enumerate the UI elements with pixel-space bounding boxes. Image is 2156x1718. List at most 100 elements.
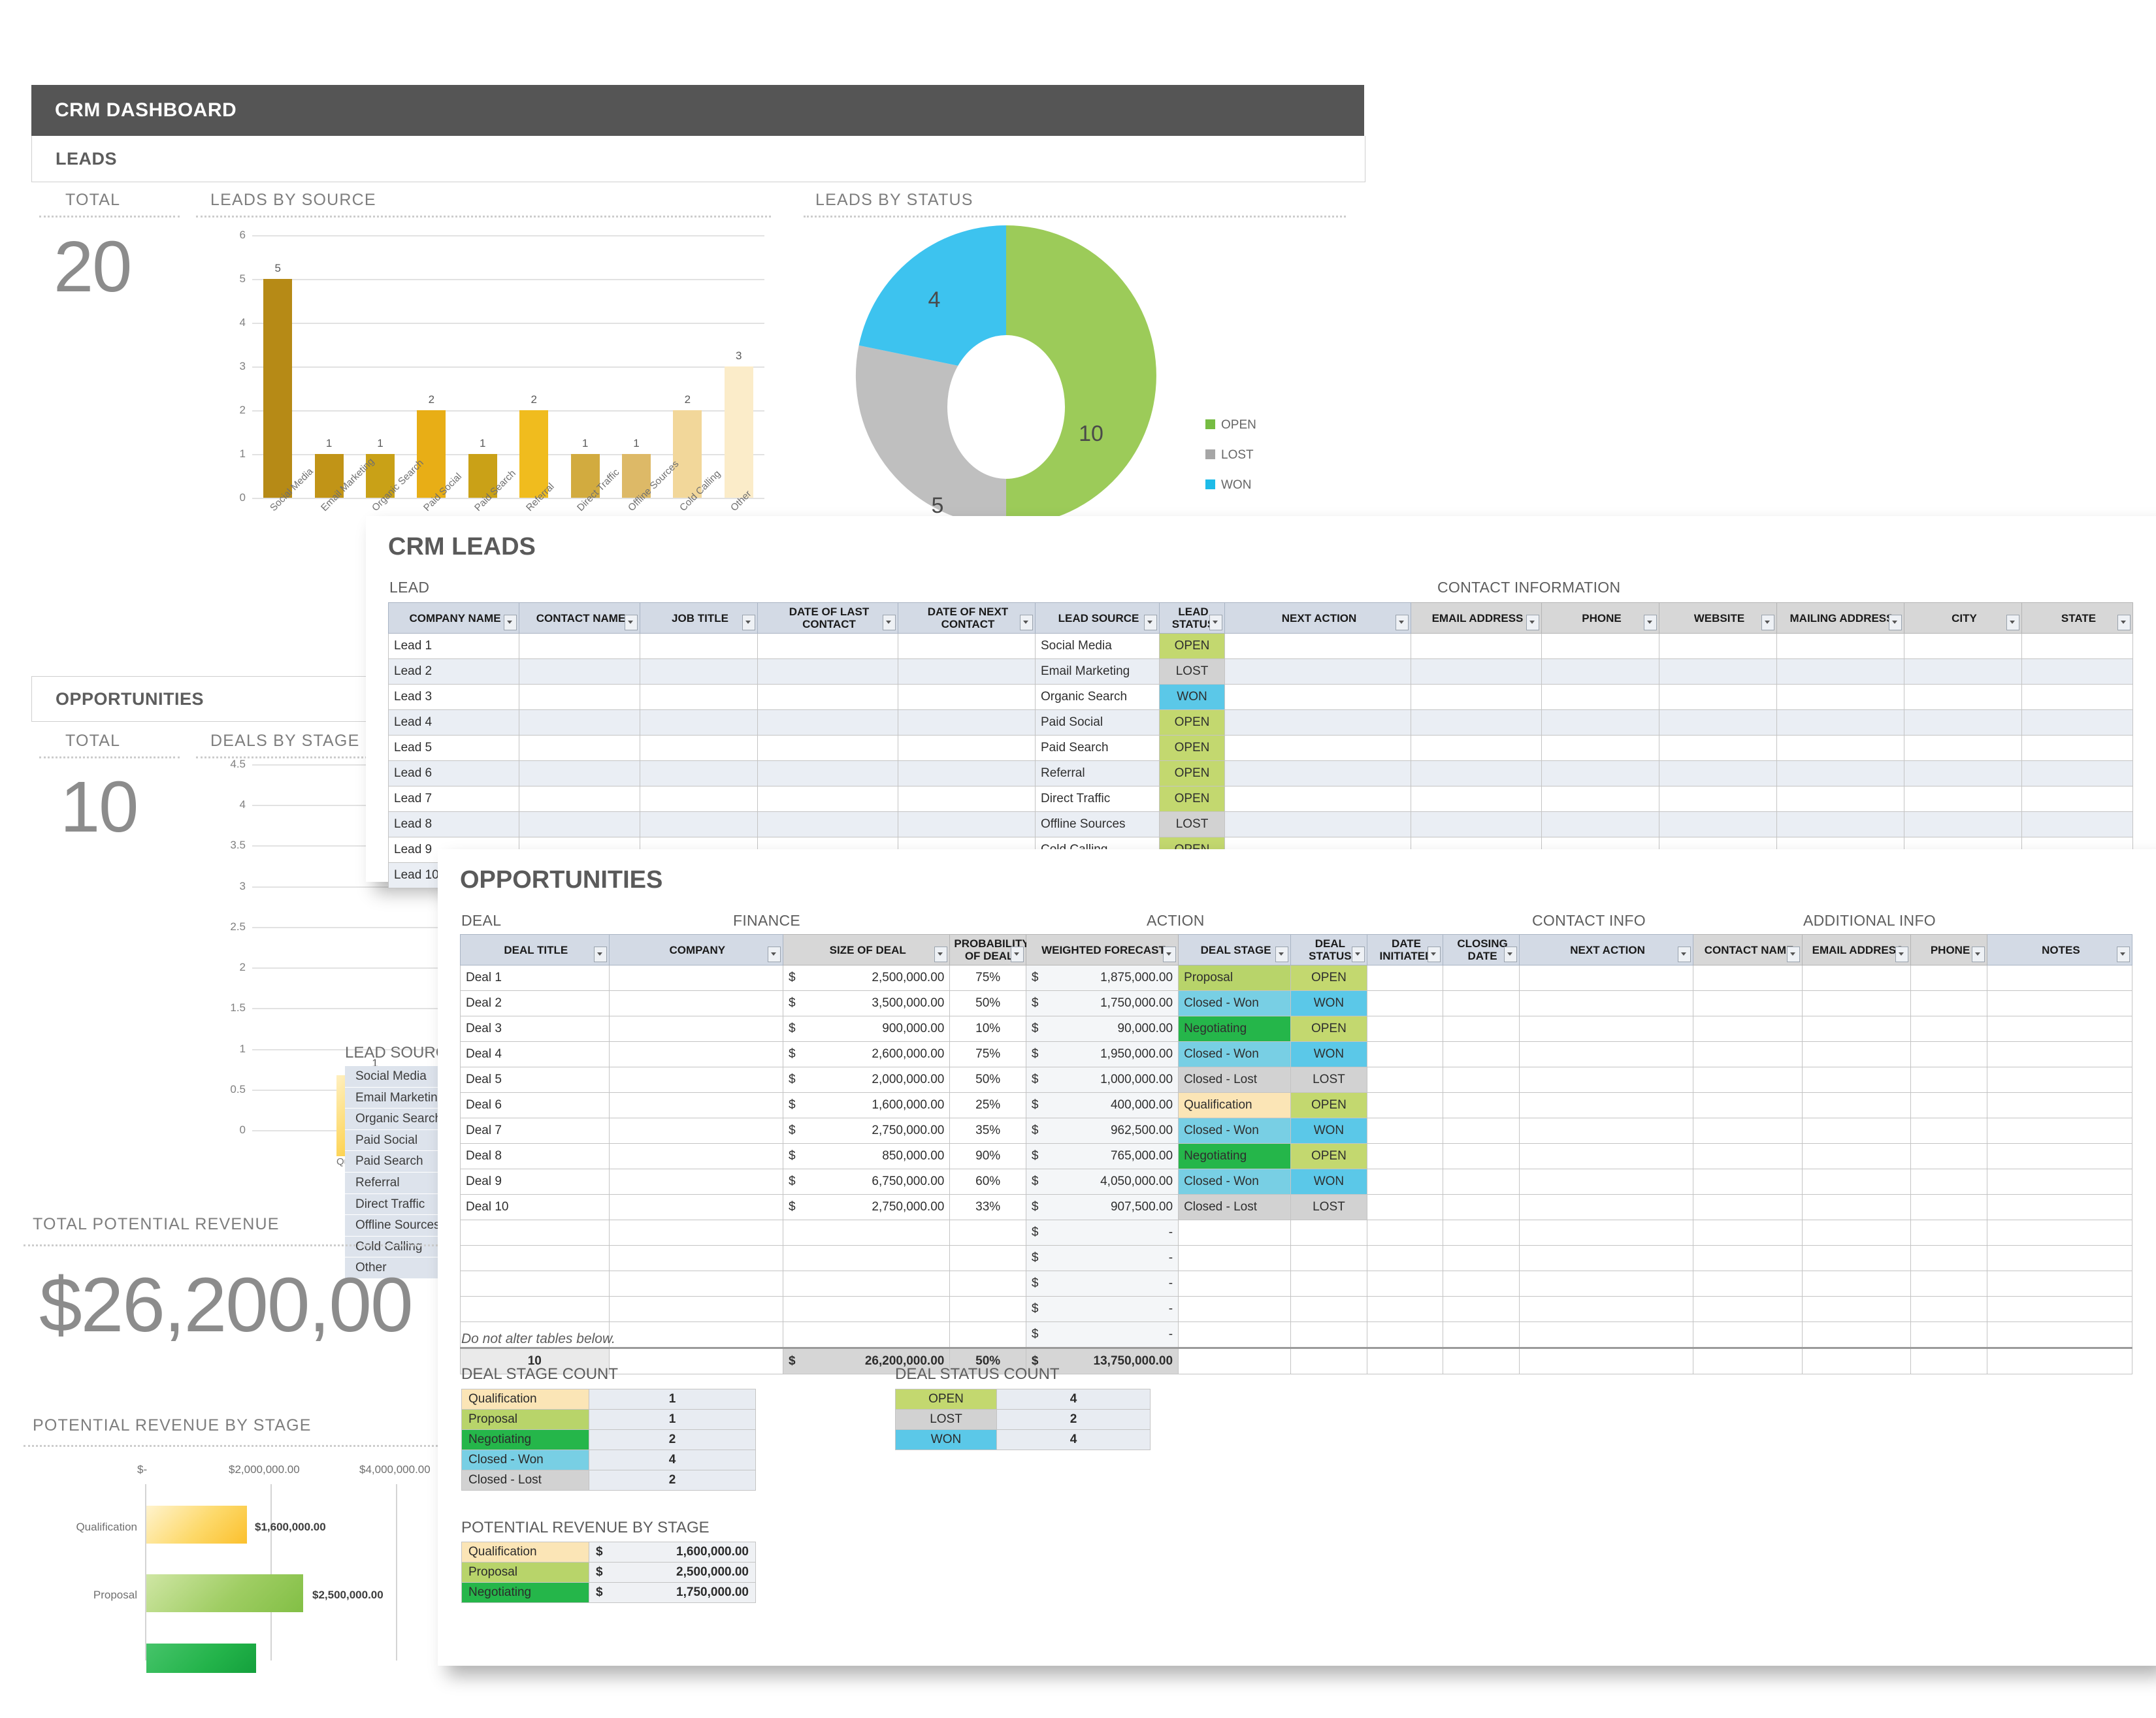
column-header[interactable]: DATE OF NEXT CONTACT [898,602,1036,634]
column-header[interactable]: CLOSING DATE [1443,933,1520,966]
table-cell[interactable]: WON [1290,990,1367,1017]
column-header[interactable]: JOB TITLE [640,602,758,634]
table-cell[interactable] [757,658,898,685]
filter-dropdown-icon[interactable] [1678,947,1691,963]
filter-dropdown-icon[interactable] [1503,947,1517,963]
table-cell[interactable] [898,658,1036,685]
table-cell[interactable] [1178,1321,1292,1349]
table-cell[interactable] [608,1143,784,1170]
table-cell[interactable]: Lead 4 [388,709,519,736]
table-cell[interactable] [1366,965,1444,992]
table-cell[interactable] [608,1296,784,1323]
table-cell[interactable] [1443,1041,1520,1068]
table-cell[interactable] [1366,1092,1444,1119]
table-cell[interactable] [1411,811,1542,838]
table-cell[interactable] [1443,1321,1520,1349]
table-cell[interactable] [1366,1194,1444,1221]
table-cell[interactable] [1366,1143,1444,1170]
table-cell[interactable] [1776,684,1904,711]
filter-dropdown-icon[interactable] [1889,615,1902,631]
table-cell[interactable] [1443,1245,1520,1272]
filter-dropdown-icon[interactable] [1275,947,1289,963]
table-cell[interactable] [1443,1143,1520,1170]
table-cell[interactable] [608,1067,784,1094]
table-cell[interactable] [949,1245,1026,1272]
table-cell[interactable]: LOST [1290,1067,1367,1094]
column-header[interactable]: DEAL TITLE [460,933,610,966]
table-cell[interactable] [1693,1245,1803,1272]
column-header[interactable]: PHONE [1541,602,1659,634]
table-cell[interactable] [1659,709,1777,736]
table-row[interactable]: Lead 8 Offline Sources LOST [388,811,2133,838]
table-cell[interactable] [898,786,1036,813]
table-cell[interactable] [1776,735,1904,762]
table-cell[interactable] [1801,1118,1912,1144]
table-cell[interactable]: OPEN [1159,786,1225,813]
table-cell[interactable] [640,633,758,660]
table-cell[interactable] [640,735,758,762]
table-cell[interactable] [1986,1041,2133,1068]
table-cell[interactable] [1910,1245,1987,1272]
filter-dropdown-icon[interactable] [1351,947,1365,963]
table-cell[interactable] [898,735,1036,762]
table-row[interactable]: Deal 1 $2,500,000.00 75% $1,875,000.00 Propo… [460,965,2133,992]
table-cell[interactable] [1518,1016,1694,1043]
table-cell[interactable] [1366,1271,1444,1297]
table-cell[interactable]: $1,875,000.00 [1025,965,1179,992]
filter-dropdown-icon[interactable] [934,947,948,963]
table-row[interactable]: Lead 7 Direct Traffic OPEN [388,786,2133,813]
table-cell[interactable] [1366,1321,1444,1349]
table-row[interactable]: Deal 4 $2,600,000.00 75% $1,950,000.00 Close… [460,1041,2133,1068]
table-cell[interactable]: $850,000.00 [783,1143,951,1170]
table-cell[interactable] [1518,1169,1694,1195]
table-cell[interactable] [1910,1067,1987,1094]
table-row[interactable]: Deal 6 $1,600,000.00 25% $400,000.00 Qualifi… [460,1092,2133,1119]
table-row[interactable]: Lead 6 Referral OPEN [388,760,2133,787]
table-cell[interactable]: $900,000.00 [783,1016,951,1043]
table-cell[interactable] [460,1220,610,1246]
table-cell[interactable] [1910,965,1987,992]
table-cell[interactable] [783,1271,951,1297]
column-header[interactable]: PROBABILITY OF DEAL [949,933,1030,966]
filter-dropdown-icon[interactable] [1786,947,1800,963]
table-cell[interactable] [1986,1194,2133,1221]
table-cell[interactable] [460,1296,610,1323]
table-cell[interactable] [1659,760,1777,787]
column-header[interactable]: DEAL STAGE [1178,933,1292,966]
table-cell[interactable]: WON [1290,1041,1367,1068]
table-cell[interactable] [1801,965,1912,992]
table-cell[interactable] [1518,1245,1694,1272]
table-row[interactable]: Lead 1 Social Media OPEN [388,633,2133,660]
table-cell[interactable] [1290,1245,1367,1272]
table-cell[interactable] [519,786,640,813]
table-cell[interactable] [1443,1092,1520,1119]
table-cell[interactable] [1541,633,1659,660]
filter-dropdown-icon[interactable] [1144,615,1157,631]
table-cell[interactable] [1693,1194,1803,1221]
table-row[interactable]: Deal 3 $900,000.00 10% $90,000.00 Negotiatin… [460,1016,2133,1043]
table-cell[interactable] [1411,709,1542,736]
table-cell[interactable] [783,1245,951,1272]
table-cell[interactable]: $ - [1025,1296,1179,1323]
filter-dropdown-icon[interactable] [1526,615,1539,631]
table-cell[interactable] [1541,658,1659,685]
table-cell[interactable] [757,684,898,711]
filter-dropdown-icon[interactable] [1163,947,1177,963]
table-cell[interactable] [757,633,898,660]
column-header[interactable]: CITY [1904,602,2022,634]
filter-dropdown-icon[interactable] [2006,615,2019,631]
table-cell[interactable] [1801,1220,1912,1246]
table-cell[interactable]: Qualification [1178,1092,1292,1119]
table-cell[interactable] [1693,965,1803,992]
table-cell[interactable] [1541,709,1659,736]
table-cell[interactable] [1541,786,1659,813]
table-cell[interactable] [1904,811,2022,838]
table-cell[interactable] [608,1271,784,1297]
table-cell[interactable] [1518,990,1694,1017]
table-cell[interactable] [519,760,640,787]
table-cell[interactable] [757,735,898,762]
table-cell[interactable] [1178,1271,1292,1297]
table-cell[interactable] [1801,1271,1912,1297]
table-cell[interactable] [1443,1169,1520,1195]
column-header[interactable]: CONTACT NAME [1693,933,1803,966]
